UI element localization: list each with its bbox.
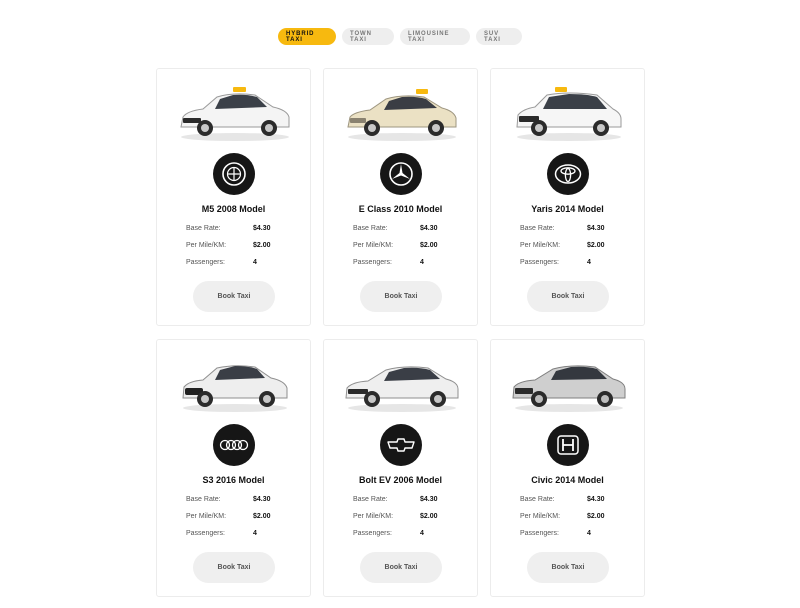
base-rate-value: $4.30 — [253, 224, 271, 232]
bmw-logo-icon — [213, 153, 255, 195]
base-rate-value: $4.30 — [587, 224, 605, 232]
base-rate-label: Base Rate: — [520, 224, 555, 232]
taxi-card: Yaris 2014 Model Base Rate: $4.30 Per Mil… — [490, 68, 645, 326]
per-mile-value: $2.00 — [253, 241, 271, 249]
tab-limousine-taxi[interactable]: Limousine Taxi — [400, 28, 470, 45]
car-image — [182, 365, 288, 412]
audi-logo-icon — [213, 424, 255, 466]
passengers-row: Passengers: 4 — [520, 527, 630, 539]
car-image — [516, 87, 622, 141]
passengers-label: Passengers: — [353, 529, 392, 537]
per-mile-row: Per Mile/KM: $2.00 — [353, 510, 463, 522]
passengers-value: 4 — [253, 258, 257, 266]
model-name: M5 2008 Model — [201, 204, 266, 214]
base-rate-label: Base Rate: — [353, 224, 388, 232]
base-rate-label: Base Rate: — [186, 495, 221, 503]
taxi-card: S3 2016 Model Base Rate: $4.30 Per Mile/K… — [156, 339, 311, 597]
per-mile-row: Per Mile/KM: $2.00 — [353, 239, 463, 251]
per-mile-row: Per Mile/KM: $2.00 — [186, 510, 296, 522]
tab-town-taxi[interactable]: Town Taxi — [342, 28, 394, 45]
book-taxi-button[interactable]: Book Taxi — [360, 281, 442, 312]
book-taxi-button[interactable]: Book Taxi — [527, 552, 609, 583]
tab-suv-taxi[interactable]: SUV Taxi — [476, 28, 522, 45]
model-name: Civic 2014 Model — [531, 475, 604, 485]
passengers-label: Passengers: — [186, 529, 225, 537]
taxi-card: E Class 2010 Model Base Rate: $4.30 Per M… — [323, 68, 478, 326]
taxi-card: Civic 2014 Model Base Rate: $4.30 Per Mil… — [490, 339, 645, 597]
base-rate-row: Base Rate: $4.30 — [520, 222, 630, 234]
car-image — [512, 365, 626, 412]
tab-hybrid-taxi[interactable]: Hybrid Taxi — [278, 28, 336, 45]
taxi-card: M5 2008 Model Base Rate: $4.30 Per Mile/K… — [156, 68, 311, 326]
passengers-value: 4 — [420, 529, 424, 537]
per-mile-value: $2.00 — [253, 512, 271, 520]
base-rate-value: $4.30 — [587, 495, 605, 503]
taxi-card: Bolt EV 2006 Model Base Rate: $4.30 Per M… — [323, 339, 478, 597]
passengers-label: Passengers: — [520, 529, 559, 537]
per-mile-value: $2.00 — [587, 512, 605, 520]
book-taxi-button[interactable]: Book Taxi — [193, 552, 275, 583]
per-mile-value: $2.00 — [420, 512, 438, 520]
passengers-label: Passengers: — [186, 258, 225, 266]
per-mile-label: Per Mile/KM: — [353, 512, 394, 520]
base-rate-label: Base Rate: — [353, 495, 388, 503]
car-image — [180, 87, 290, 141]
honda-logo-icon — [547, 424, 589, 466]
passengers-label: Passengers: — [520, 258, 559, 266]
book-taxi-button[interactable]: Book Taxi — [360, 552, 442, 583]
mercedes-logo-icon — [380, 153, 422, 195]
base-rate-row: Base Rate: $4.30 — [186, 222, 296, 234]
per-mile-row: Per Mile/KM: $2.00 — [520, 239, 630, 251]
model-name: Yaris 2014 Model — [531, 204, 604, 214]
base-rate-value: $4.30 — [420, 224, 438, 232]
per-mile-label: Per Mile/KM: — [520, 241, 561, 249]
model-name: Bolt EV 2006 Model — [358, 475, 443, 485]
per-mile-value: $2.00 — [587, 241, 605, 249]
per-mile-label: Per Mile/KM: — [186, 512, 227, 520]
per-mile-label: Per Mile/KM: — [353, 241, 394, 249]
per-mile-label: Per Mile/KM: — [520, 512, 561, 520]
per-mile-row: Per Mile/KM: $2.00 — [520, 510, 630, 522]
taxi-grid: M5 2008 Model Base Rate: $4.30 Per Mile/K… — [156, 68, 645, 597]
passengers-label: Passengers: — [353, 258, 392, 266]
passengers-row: Passengers: 4 — [353, 256, 463, 268]
base-rate-row: Base Rate: $4.30 — [186, 493, 296, 505]
per-mile-value: $2.00 — [420, 241, 438, 249]
passengers-row: Passengers: 4 — [186, 527, 296, 539]
passengers-value: 4 — [587, 258, 591, 266]
base-rate-label: Base Rate: — [520, 495, 555, 503]
category-tabs: Hybrid Taxi Town Taxi Limousine Taxi SUV… — [0, 28, 800, 45]
book-taxi-button[interactable]: Book Taxi — [527, 281, 609, 312]
passengers-row: Passengers: 4 — [353, 527, 463, 539]
chevrolet-logo-icon — [380, 424, 422, 466]
car-image — [347, 89, 457, 141]
passengers-value: 4 — [587, 529, 591, 537]
passengers-row: Passengers: 4 — [520, 256, 630, 268]
model-name: E Class 2010 Model — [358, 204, 443, 214]
base-rate-row: Base Rate: $4.30 — [353, 493, 463, 505]
base-rate-label: Base Rate: — [186, 224, 221, 232]
book-taxi-button[interactable]: Book Taxi — [193, 281, 275, 312]
per-mile-row: Per Mile/KM: $2.00 — [186, 239, 296, 251]
passengers-row: Passengers: 4 — [186, 256, 296, 268]
toyota-logo-icon — [547, 153, 589, 195]
passengers-value: 4 — [253, 529, 257, 537]
base-rate-row: Base Rate: $4.30 — [520, 493, 630, 505]
per-mile-label: Per Mile/KM: — [186, 241, 227, 249]
passengers-value: 4 — [420, 258, 424, 266]
model-name: S3 2016 Model — [202, 475, 265, 485]
base-rate-row: Base Rate: $4.30 — [353, 222, 463, 234]
car-image — [345, 366, 459, 412]
base-rate-value: $4.30 — [420, 495, 438, 503]
base-rate-value: $4.30 — [253, 495, 271, 503]
